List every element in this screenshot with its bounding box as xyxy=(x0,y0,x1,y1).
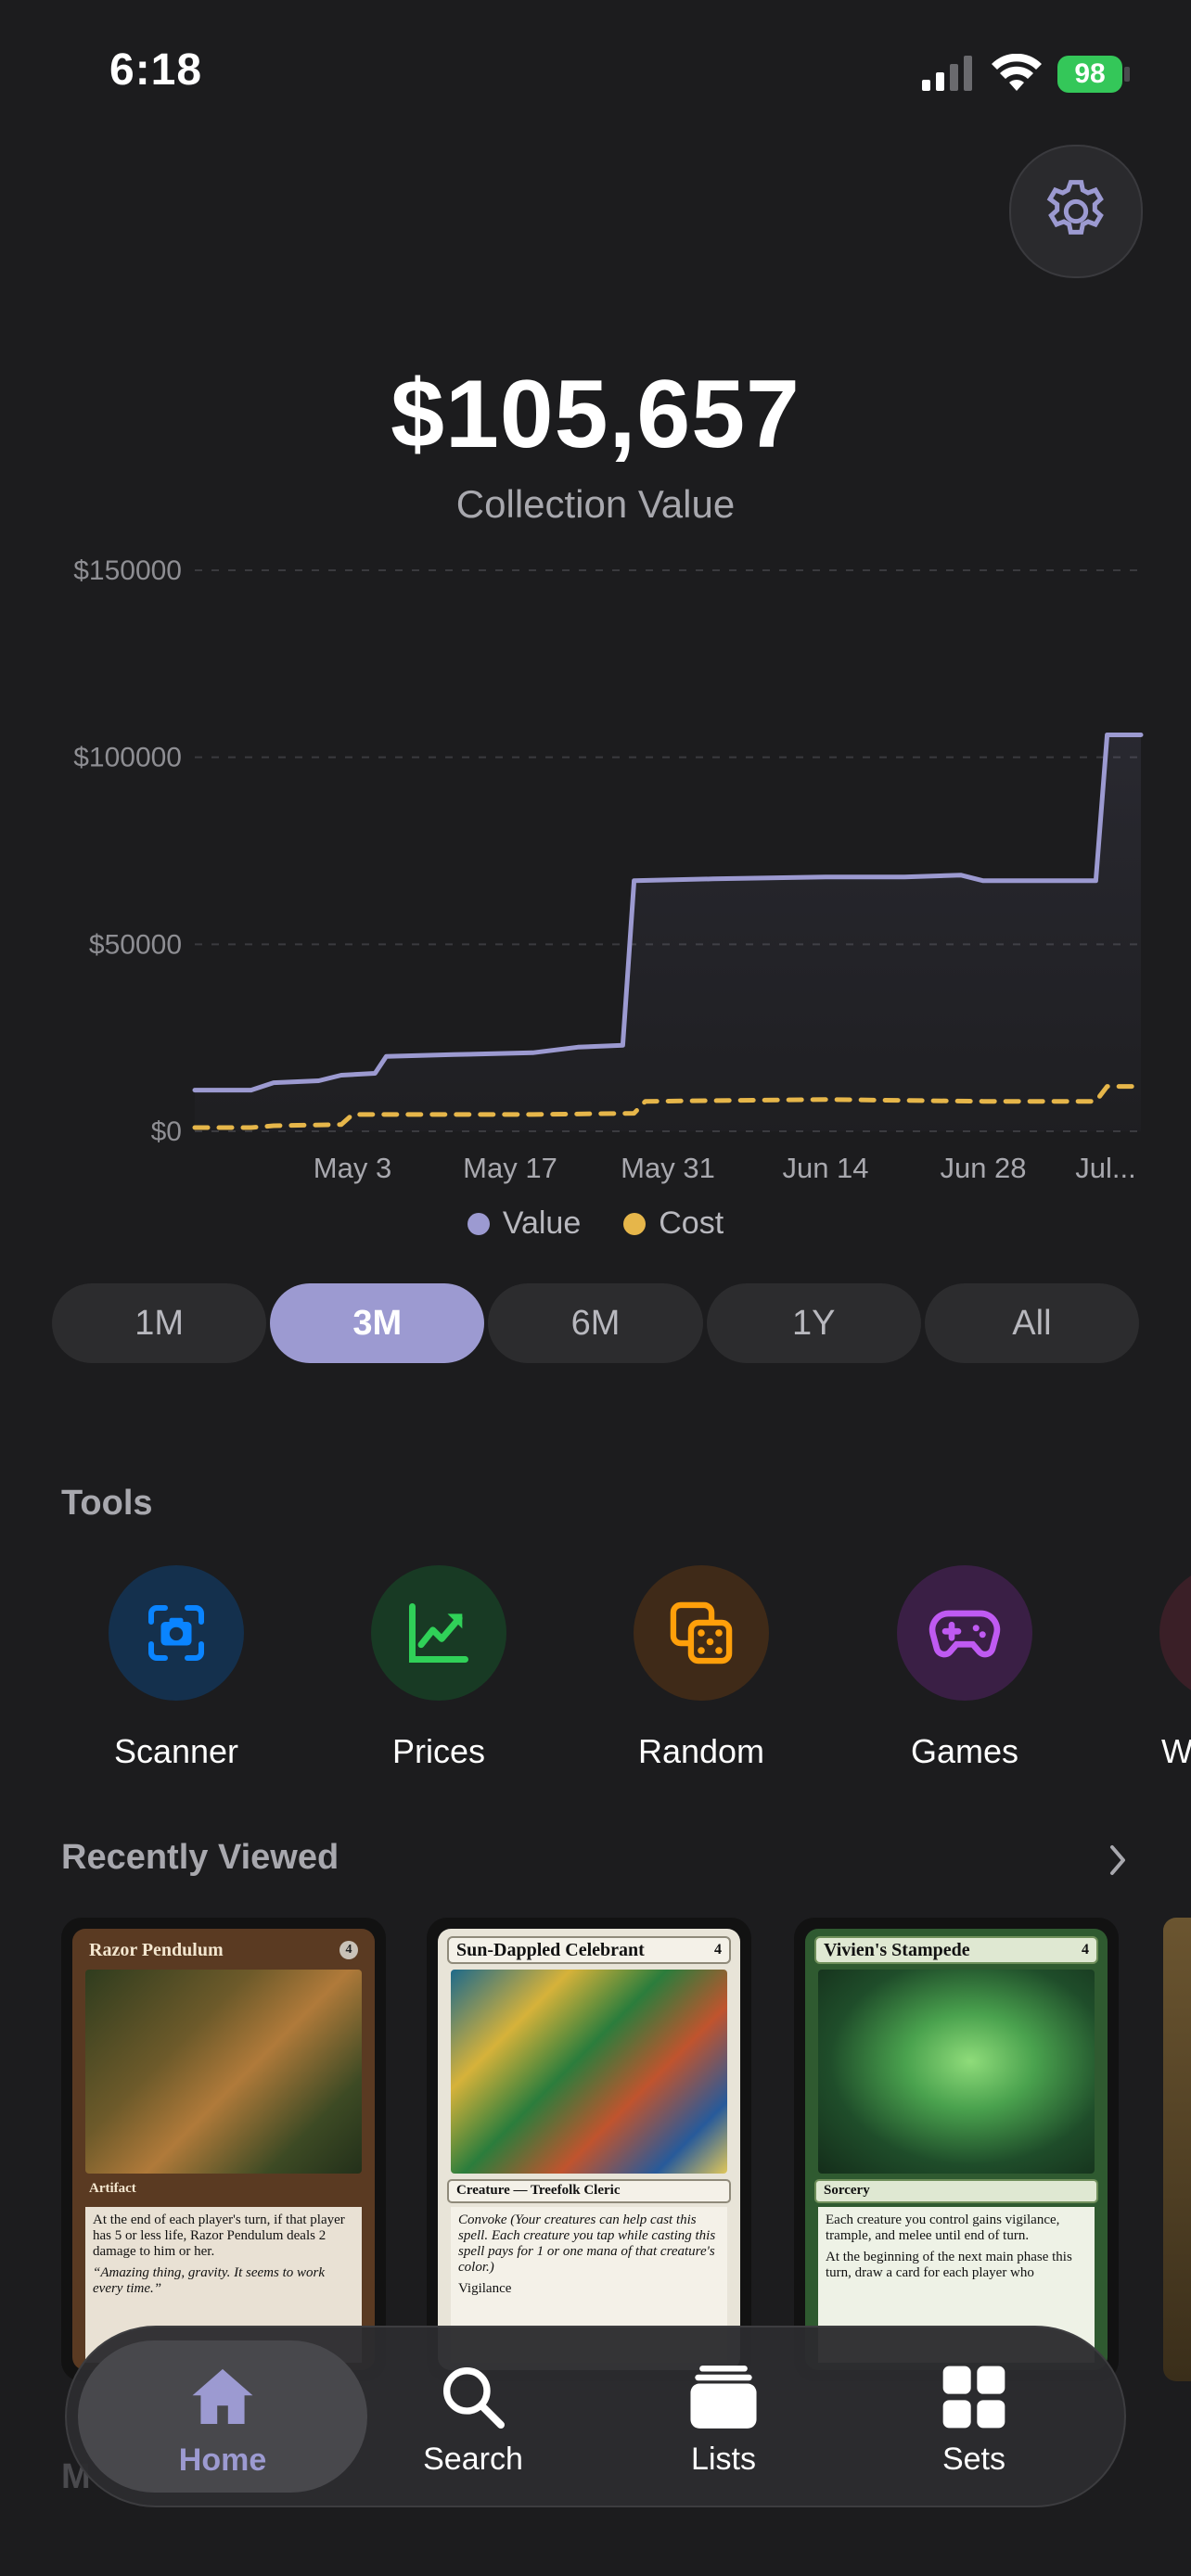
collection-total-value: $105,657 xyxy=(391,361,800,468)
tool-random-circle xyxy=(634,1565,769,1701)
card-flavor: Vigilance xyxy=(458,2281,512,2296)
card-art xyxy=(818,1970,1095,2174)
tool-games-circle xyxy=(897,1565,1032,1701)
y-tick-label: $0 xyxy=(151,1116,182,1147)
chart-legend: Value Cost xyxy=(0,1205,1191,1242)
card-frame: Sun-Dappled Celebrant 4 Creature — Treef… xyxy=(438,1929,740,2370)
legend-cost: Cost xyxy=(623,1205,724,1242)
recent-card-partial[interactable] xyxy=(1163,1918,1191,2381)
range-1y[interactable]: 1Y xyxy=(706,1283,921,1363)
card-rules: Convoke (Your creatures can help cast th… xyxy=(458,2213,716,2275)
legend-cost-label: Cost xyxy=(659,1205,724,1241)
card-title-bar: Sun-Dappled Celebrant 4 xyxy=(447,1936,731,1964)
legend-value: Value xyxy=(467,1205,581,1242)
y-tick-label: $100000 xyxy=(73,743,182,773)
x-tick-label: Jun 14 xyxy=(782,1152,868,1184)
card-name: Sun-Dappled Celebrant xyxy=(456,1939,645,1960)
x-tick-label: Jul... xyxy=(1075,1152,1135,1184)
tool-games[interactable]: Games xyxy=(881,1565,1048,1771)
time-range-selector: 1M 3M 6M 1Y All xyxy=(50,1283,1141,1363)
tab-lists[interactable]: Lists xyxy=(603,2327,844,2509)
battery-cap xyxy=(1124,67,1130,82)
battery-indicator: 98 xyxy=(1057,56,1122,93)
recent-card-sun-dappled-celebrant[interactable]: Sun-Dappled Celebrant 4 Creature — Treef… xyxy=(427,1918,751,2381)
legend-cost-swatch xyxy=(623,1212,647,1235)
wifi-icon xyxy=(992,54,1042,91)
x-tick-label: Jun 28 xyxy=(940,1152,1026,1184)
tool-partial-label: W xyxy=(1161,1732,1191,1770)
card-frame: Vivien's Stampede 4 Sorcery Each creatur… xyxy=(805,1929,1108,2370)
partial-tool-icon xyxy=(1159,1565,1191,1701)
recent-card-viviens-stampede[interactable]: Vivien's Stampede 4 Sorcery Each creatur… xyxy=(794,1918,1119,2381)
tool-random-label: Random xyxy=(637,1732,765,1770)
legend-value-swatch xyxy=(467,1212,490,1235)
tab-search[interactable]: Search xyxy=(352,2327,594,2509)
tools-title: Tools xyxy=(61,1484,153,1523)
card-name: Razor Pendulum xyxy=(89,1939,224,1960)
collection-value-chart[interactable]: $150000 $100000 $50000 $0 May 3 May 17 May 31… xyxy=(0,538,1191,1205)
recently-viewed-title: Recently Viewed xyxy=(61,1838,339,1877)
trend-chart-icon xyxy=(409,1603,468,1663)
chevron-right-icon[interactable] xyxy=(1104,1842,1132,1879)
tab-sets-label: Sets xyxy=(941,2441,1006,2477)
value-area-fill xyxy=(195,734,1141,1131)
grid-icon xyxy=(942,2366,1005,2428)
dice-icon xyxy=(670,1601,733,1664)
status-time: 6:18 xyxy=(109,45,203,95)
card-type-line: Artifact xyxy=(89,2181,136,2196)
x-tick-label: May 17 xyxy=(463,1152,557,1184)
tool-partial[interactable]: W xyxy=(1159,1565,1191,1779)
tool-scanner-label: Scanner xyxy=(113,1732,239,1770)
tab-search-label: Search xyxy=(423,2441,523,2477)
tool-prices-label: Prices xyxy=(391,1732,486,1770)
card-title-bar: Vivien's Stampede 4 xyxy=(814,1936,1098,1964)
tool-prices-circle xyxy=(371,1565,506,1701)
range-all[interactable]: All xyxy=(924,1283,1140,1363)
card-rules: Each creature you control gains vigilanc… xyxy=(826,2213,1060,2243)
tab-home[interactable]: Home xyxy=(102,2327,343,2509)
cellular-signal-icon xyxy=(922,56,972,91)
card-type-line: Sorcery xyxy=(814,2179,1098,2203)
stack-icon xyxy=(690,2365,757,2429)
settings-button[interactable] xyxy=(1009,145,1143,278)
card-art xyxy=(451,1970,727,2174)
house-icon xyxy=(192,2368,253,2424)
tab-lists-label: Lists xyxy=(691,2441,756,2477)
tool-scanner-circle xyxy=(109,1565,244,1701)
legend-value-label: Value xyxy=(502,1205,582,1241)
tab-bar: Home Search Lists Sets xyxy=(65,2326,1126,2507)
card-type-line: Creature — Treefolk Cleric xyxy=(447,2179,731,2203)
tab-sets[interactable]: Sets xyxy=(853,2327,1095,2509)
gamepad-icon xyxy=(928,1610,1001,1658)
mana-cost: 4 xyxy=(714,1942,722,1958)
card-title-bar: Razor Pendulum 4 xyxy=(82,1936,365,1964)
range-6m[interactable]: 6M xyxy=(488,1283,703,1363)
collection-value-label: Collection Value xyxy=(455,482,736,526)
tool-games-label: Games xyxy=(910,1732,1019,1770)
card-name: Vivien's Stampede xyxy=(824,1939,970,1960)
magnifier-icon xyxy=(443,2366,505,2429)
battery-level: 98 xyxy=(1074,58,1106,89)
card-flavor: At the beginning of the next main phase … xyxy=(826,2250,1072,2280)
recent-card-razor-pendulum[interactable]: Razor Pendulum 4 Artifact At the end of … xyxy=(61,1918,386,2381)
card-flavor: “Amazing thing, gravity. It seems to wor… xyxy=(93,2265,325,2296)
y-tick-label: $50000 xyxy=(89,929,182,960)
mana-cost: 4 xyxy=(339,1941,358,1959)
range-1m[interactable]: 1M xyxy=(52,1283,267,1363)
card-art xyxy=(85,1970,362,2174)
mana-cost: 4 xyxy=(1082,1942,1089,1958)
gear-icon xyxy=(1046,180,1104,235)
tab-home-label: Home xyxy=(178,2442,267,2478)
y-tick-label: $150000 xyxy=(73,555,182,586)
tool-scanner[interactable]: Scanner xyxy=(93,1565,260,1771)
x-tick-label: May 3 xyxy=(314,1152,391,1184)
card-frame: Razor Pendulum 4 Artifact At the end of … xyxy=(72,1929,375,2370)
camera-scan-icon xyxy=(148,1605,204,1661)
tool-random[interactable]: Random xyxy=(618,1565,785,1771)
card-rules: At the end of each player's turn, if tha… xyxy=(93,2213,345,2259)
x-tick-label: May 31 xyxy=(621,1152,715,1184)
range-3m[interactable]: 3M xyxy=(270,1283,485,1363)
tool-prices[interactable]: Prices xyxy=(355,1565,522,1771)
